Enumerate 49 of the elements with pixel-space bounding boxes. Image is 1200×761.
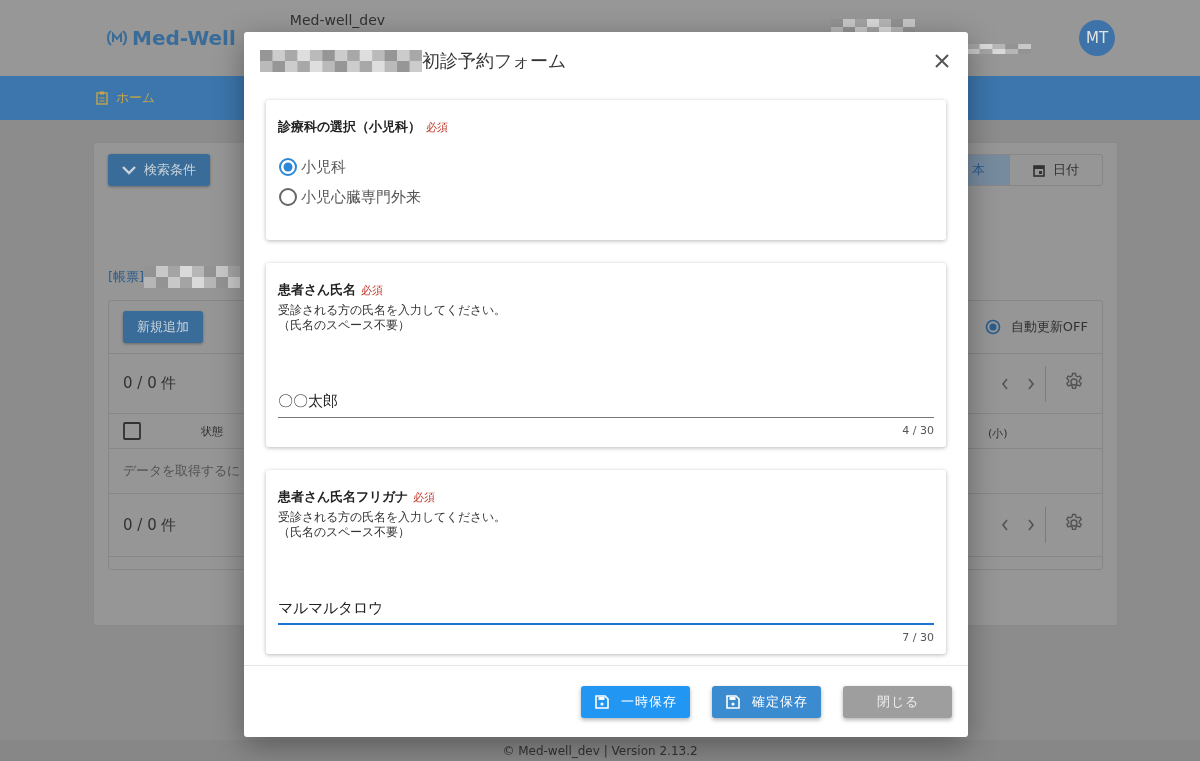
save-button[interactable]: 確定保存 (712, 685, 821, 718)
column-header: 状態 (201, 423, 223, 439)
calendar-icon (1033, 163, 1045, 177)
settings-icon[interactable] (1064, 513, 1084, 533)
footer-text: © Med-well_dev | Version 2.13.2 (502, 743, 698, 758)
chevron-right-icon[interactable] (1027, 377, 1035, 390)
input-field[interactable]: マルマルタロウ (278, 593, 934, 625)
chevron-left-icon[interactable] (1001, 377, 1009, 390)
chevron-down-icon (122, 165, 136, 175)
column-header: (小) (988, 426, 1008, 440)
help-text: （氏名のスペース不要） (278, 318, 411, 333)
help-text: 受診される方の氏名を入力してください。 (278, 510, 507, 525)
close-icon (935, 54, 949, 68)
environment-name: Med-well_dev (289, 12, 386, 28)
checkbox[interactable] (123, 422, 141, 440)
field-label: 患者さん氏名 (278, 281, 356, 299)
user-avatar[interactable]: MT (1079, 20, 1115, 56)
record-count: 0 / 0 件 (123, 515, 177, 535)
character-counter: 7 / 30 (902, 631, 934, 644)
view-tab[interactable]: 日付 (1010, 155, 1102, 185)
search-conditions-button[interactable]: 検索条件 (108, 154, 210, 186)
save-icon (594, 694, 609, 709)
input-field[interactable]: 〇〇太郎 (278, 386, 934, 418)
record-count: 0 / 0 件 (123, 374, 177, 393)
help-text: （氏名のスペース不要） (278, 525, 411, 540)
logo-icon (106, 29, 128, 47)
clipboard-icon (96, 91, 108, 105)
close-dialog-button[interactable]: 閉じる (843, 685, 952, 718)
field-label: 診療科の選択（小児科） (278, 118, 421, 136)
settings-icon[interactable] (1064, 371, 1084, 392)
radio-icon[interactable] (984, 319, 1001, 335)
required-tag: 必須 (426, 120, 448, 135)
required-tag: 必須 (361, 283, 383, 298)
help-text: 受診される方の氏名を入力してください。 (278, 303, 507, 318)
save-button[interactable]: 一時保存 (581, 685, 690, 718)
radio-option[interactable]: 小児心臓専門外来 (278, 182, 934, 212)
field-label: 患者さん氏名フリガナ (278, 488, 408, 506)
dialog-title: 初診予約フォーム (422, 49, 566, 73)
report-link[interactable]: [帳票] (108, 268, 145, 286)
auto-refresh-label: 自動更新OFF (1010, 318, 1088, 336)
nav-item[interactable]: ホーム (96, 89, 155, 107)
add-new-button[interactable]: 新規追加 (123, 311, 203, 343)
chevron-right-icon[interactable] (1027, 519, 1035, 531)
radio-option[interactable]: 小児科 (278, 152, 934, 182)
chevron-left-icon[interactable] (1001, 519, 1009, 531)
required-tag: 必須 (413, 490, 435, 505)
save-icon (725, 694, 740, 709)
character-counter: 4 / 30 (902, 424, 934, 437)
logo: Med-Well (106, 26, 236, 50)
